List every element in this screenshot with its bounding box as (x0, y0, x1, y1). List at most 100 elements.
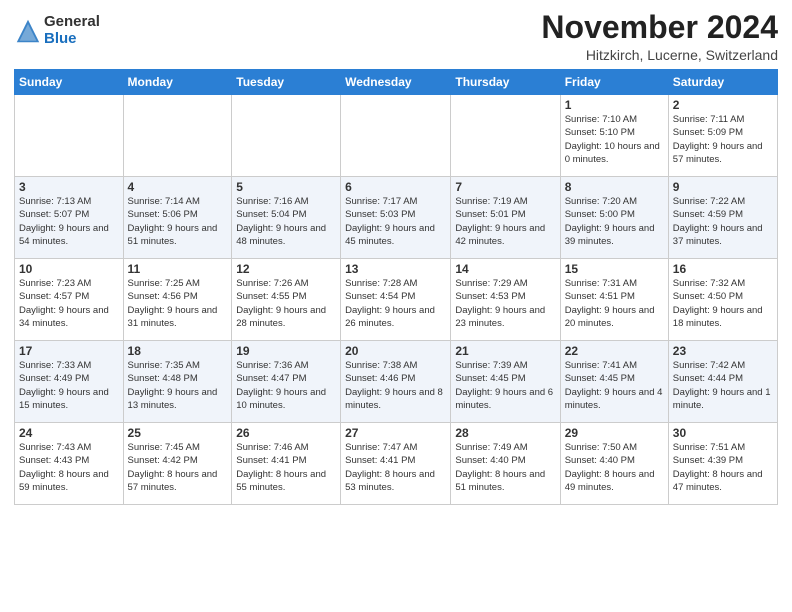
calendar-cell: 13Sunrise: 7:28 AM Sunset: 4:54 PM Dayli… (341, 259, 451, 341)
logo-blue: Blue (44, 31, 100, 48)
day-number: 21 (455, 344, 555, 358)
day-info: Sunrise: 7:10 AM Sunset: 5:10 PM Dayligh… (565, 113, 664, 166)
calendar-cell: 22Sunrise: 7:41 AM Sunset: 4:45 PM Dayli… (560, 341, 668, 423)
day-number: 8 (565, 180, 664, 194)
calendar-cell: 29Sunrise: 7:50 AM Sunset: 4:40 PM Dayli… (560, 423, 668, 505)
weekday-header: Sunday (15, 70, 124, 95)
day-info: Sunrise: 7:43 AM Sunset: 4:43 PM Dayligh… (19, 441, 119, 494)
day-info: Sunrise: 7:22 AM Sunset: 4:59 PM Dayligh… (673, 195, 773, 248)
weekday-header: Monday (123, 70, 232, 95)
day-info: Sunrise: 7:49 AM Sunset: 4:40 PM Dayligh… (455, 441, 555, 494)
day-info: Sunrise: 7:45 AM Sunset: 4:42 PM Dayligh… (128, 441, 228, 494)
calendar-cell: 7Sunrise: 7:19 AM Sunset: 5:01 PM Daylig… (451, 177, 560, 259)
calendar-week-row: 3Sunrise: 7:13 AM Sunset: 5:07 PM Daylig… (15, 177, 778, 259)
day-number: 14 (455, 262, 555, 276)
page-container: General Blue November 2024 Hitzkirch, Lu… (0, 0, 792, 513)
calendar-cell: 12Sunrise: 7:26 AM Sunset: 4:55 PM Dayli… (232, 259, 341, 341)
day-number: 6 (345, 180, 446, 194)
calendar-cell: 17Sunrise: 7:33 AM Sunset: 4:49 PM Dayli… (15, 341, 124, 423)
day-info: Sunrise: 7:33 AM Sunset: 4:49 PM Dayligh… (19, 359, 119, 412)
day-number: 28 (455, 426, 555, 440)
day-number: 27 (345, 426, 446, 440)
day-info: Sunrise: 7:28 AM Sunset: 4:54 PM Dayligh… (345, 277, 446, 330)
day-number: 9 (673, 180, 773, 194)
calendar-header-row: SundayMondayTuesdayWednesdayThursdayFrid… (15, 70, 778, 95)
day-info: Sunrise: 7:32 AM Sunset: 4:50 PM Dayligh… (673, 277, 773, 330)
day-info: Sunrise: 7:25 AM Sunset: 4:56 PM Dayligh… (128, 277, 228, 330)
calendar-cell: 25Sunrise: 7:45 AM Sunset: 4:42 PM Dayli… (123, 423, 232, 505)
logo-icon (14, 17, 42, 45)
day-info: Sunrise: 7:41 AM Sunset: 4:45 PM Dayligh… (565, 359, 664, 412)
day-number: 10 (19, 262, 119, 276)
day-info: Sunrise: 7:11 AM Sunset: 5:09 PM Dayligh… (673, 113, 773, 166)
calendar-cell: 6Sunrise: 7:17 AM Sunset: 5:03 PM Daylig… (341, 177, 451, 259)
day-info: Sunrise: 7:36 AM Sunset: 4:47 PM Dayligh… (236, 359, 336, 412)
calendar-cell: 14Sunrise: 7:29 AM Sunset: 4:53 PM Dayli… (451, 259, 560, 341)
calendar-cell: 3Sunrise: 7:13 AM Sunset: 5:07 PM Daylig… (15, 177, 124, 259)
title-block: November 2024 Hitzkirch, Lucerne, Switze… (541, 10, 778, 63)
day-info: Sunrise: 7:20 AM Sunset: 5:00 PM Dayligh… (565, 195, 664, 248)
weekday-header: Saturday (668, 70, 777, 95)
day-number: 18 (128, 344, 228, 358)
calendar-week-row: 17Sunrise: 7:33 AM Sunset: 4:49 PM Dayli… (15, 341, 778, 423)
day-info: Sunrise: 7:23 AM Sunset: 4:57 PM Dayligh… (19, 277, 119, 330)
calendar-cell: 16Sunrise: 7:32 AM Sunset: 4:50 PM Dayli… (668, 259, 777, 341)
calendar-cell (451, 95, 560, 177)
day-number: 7 (455, 180, 555, 194)
day-info: Sunrise: 7:31 AM Sunset: 4:51 PM Dayligh… (565, 277, 664, 330)
calendar-cell: 4Sunrise: 7:14 AM Sunset: 5:06 PM Daylig… (123, 177, 232, 259)
calendar-week-row: 10Sunrise: 7:23 AM Sunset: 4:57 PM Dayli… (15, 259, 778, 341)
calendar-cell: 9Sunrise: 7:22 AM Sunset: 4:59 PM Daylig… (668, 177, 777, 259)
month-title: November 2024 (541, 10, 778, 45)
day-info: Sunrise: 7:39 AM Sunset: 4:45 PM Dayligh… (455, 359, 555, 412)
calendar-week-row: 24Sunrise: 7:43 AM Sunset: 4:43 PM Dayli… (15, 423, 778, 505)
day-number: 22 (565, 344, 664, 358)
day-number: 3 (19, 180, 119, 194)
day-number: 4 (128, 180, 228, 194)
calendar-cell: 19Sunrise: 7:36 AM Sunset: 4:47 PM Dayli… (232, 341, 341, 423)
weekday-header: Tuesday (232, 70, 341, 95)
day-info: Sunrise: 7:42 AM Sunset: 4:44 PM Dayligh… (673, 359, 773, 412)
logo-text: General Blue (44, 14, 100, 47)
calendar-cell: 10Sunrise: 7:23 AM Sunset: 4:57 PM Dayli… (15, 259, 124, 341)
logo: General Blue (14, 14, 100, 47)
calendar-cell: 27Sunrise: 7:47 AM Sunset: 4:41 PM Dayli… (341, 423, 451, 505)
calendar-table: SundayMondayTuesdayWednesdayThursdayFrid… (14, 69, 778, 505)
day-info: Sunrise: 7:14 AM Sunset: 5:06 PM Dayligh… (128, 195, 228, 248)
day-info: Sunrise: 7:17 AM Sunset: 5:03 PM Dayligh… (345, 195, 446, 248)
day-number: 1 (565, 98, 664, 112)
day-info: Sunrise: 7:38 AM Sunset: 4:46 PM Dayligh… (345, 359, 446, 412)
calendar-cell: 24Sunrise: 7:43 AM Sunset: 4:43 PM Dayli… (15, 423, 124, 505)
day-number: 30 (673, 426, 773, 440)
day-number: 13 (345, 262, 446, 276)
calendar-cell (232, 95, 341, 177)
day-number: 23 (673, 344, 773, 358)
day-info: Sunrise: 7:29 AM Sunset: 4:53 PM Dayligh… (455, 277, 555, 330)
day-number: 11 (128, 262, 228, 276)
calendar-cell: 28Sunrise: 7:49 AM Sunset: 4:40 PM Dayli… (451, 423, 560, 505)
day-info: Sunrise: 7:47 AM Sunset: 4:41 PM Dayligh… (345, 441, 446, 494)
day-number: 26 (236, 426, 336, 440)
calendar-cell (341, 95, 451, 177)
weekday-header: Friday (560, 70, 668, 95)
calendar-cell: 20Sunrise: 7:38 AM Sunset: 4:46 PM Dayli… (341, 341, 451, 423)
day-number: 16 (673, 262, 773, 276)
day-info: Sunrise: 7:50 AM Sunset: 4:40 PM Dayligh… (565, 441, 664, 494)
calendar-cell: 2Sunrise: 7:11 AM Sunset: 5:09 PM Daylig… (668, 95, 777, 177)
calendar-cell: 26Sunrise: 7:46 AM Sunset: 4:41 PM Dayli… (232, 423, 341, 505)
calendar-cell: 11Sunrise: 7:25 AM Sunset: 4:56 PM Dayli… (123, 259, 232, 341)
calendar-cell: 15Sunrise: 7:31 AM Sunset: 4:51 PM Dayli… (560, 259, 668, 341)
calendar-cell (123, 95, 232, 177)
day-info: Sunrise: 7:46 AM Sunset: 4:41 PM Dayligh… (236, 441, 336, 494)
day-info: Sunrise: 7:51 AM Sunset: 4:39 PM Dayligh… (673, 441, 773, 494)
day-info: Sunrise: 7:16 AM Sunset: 5:04 PM Dayligh… (236, 195, 336, 248)
day-number: 2 (673, 98, 773, 112)
calendar-cell: 18Sunrise: 7:35 AM Sunset: 4:48 PM Dayli… (123, 341, 232, 423)
day-number: 20 (345, 344, 446, 358)
day-info: Sunrise: 7:26 AM Sunset: 4:55 PM Dayligh… (236, 277, 336, 330)
day-number: 25 (128, 426, 228, 440)
weekday-header: Wednesday (341, 70, 451, 95)
day-info: Sunrise: 7:13 AM Sunset: 5:07 PM Dayligh… (19, 195, 119, 248)
calendar-cell: 23Sunrise: 7:42 AM Sunset: 4:44 PM Dayli… (668, 341, 777, 423)
logo-general: General (44, 14, 100, 31)
